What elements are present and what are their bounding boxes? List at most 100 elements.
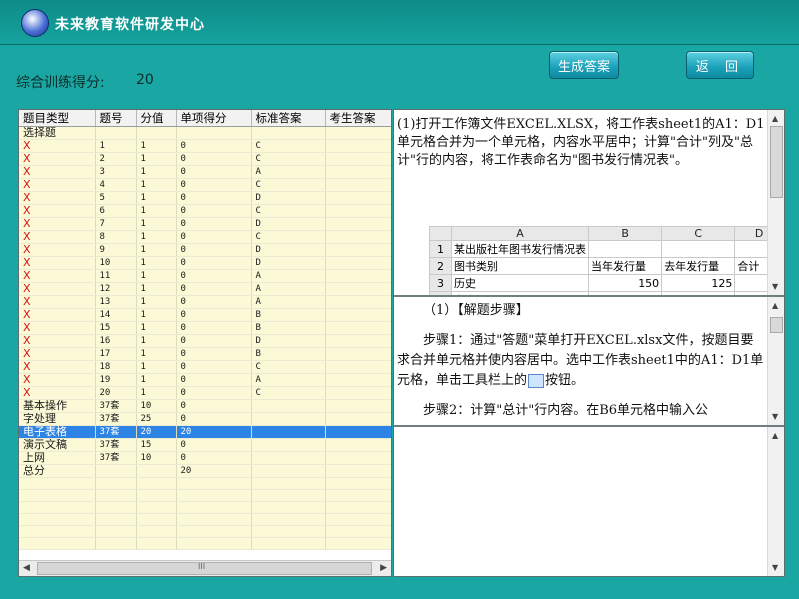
table-row[interactable]: X 13 1 0 A <box>19 295 391 309</box>
cell-type: X <box>19 269 96 283</box>
cell-std <box>251 464 326 478</box>
cell-std: D <box>251 191 326 205</box>
sheet-cell: 图书类别 <box>451 257 590 275</box>
column-header[interactable]: 分值 <box>136 110 177 127</box>
solution-pane: （1）【解题步骤】 步骤1：通过"答题"菜单打开EXCEL.xlsx文件，按题目… <box>394 297 784 427</box>
cell-ans <box>325 373 391 387</box>
empty-row <box>19 525 391 538</box>
cell-num: 37套 <box>95 425 137 439</box>
scroll-down-icon[interactable]: ▼ <box>772 563 778 572</box>
table-row[interactable]: X 10 1 0 D <box>19 256 391 270</box>
table-row[interactable]: X810C <box>19 230 391 244</box>
cell-type: 演示文稿 <box>19 438 96 452</box>
sheet-cell: 历史 <box>451 274 590 292</box>
scroll-thumb[interactable]: III <box>37 562 372 575</box>
table-row[interactable]: X 14 1 0 B <box>19 308 391 322</box>
scroll-thumb[interactable] <box>770 126 783 198</box>
cell-num: 10 <box>95 256 137 270</box>
table-row[interactable]: 总分 20 <box>19 464 391 478</box>
table-row[interactable]: 基本操作 37套 10 0 <box>19 399 391 413</box>
empty-row <box>19 537 391 550</box>
question-scrollbar[interactable]: ▲ ▼ <box>767 110 784 295</box>
cell-val: 1 <box>136 282 177 296</box>
scroll-thumb[interactable] <box>770 317 783 333</box>
cell-val: 20 <box>136 425 177 439</box>
scroll-left-icon[interactable]: ◀ <box>23 563 30 573</box>
cell-std: C <box>251 230 326 244</box>
table-row[interactable]: X510D <box>19 191 391 205</box>
generate-answer-button[interactable]: 生成答案 <box>549 51 619 79</box>
cell-num: 37套 <box>95 451 137 465</box>
cell-val: 1 <box>136 243 177 257</box>
table-row[interactable]: 选择题 <box>19 126 391 140</box>
table-row[interactable]: X910D <box>19 243 391 257</box>
table-row[interactable]: X610C <box>19 204 391 218</box>
empty-row <box>19 513 391 526</box>
cell-ans <box>325 152 391 166</box>
table-row[interactable]: X 15 1 0 B <box>19 321 391 335</box>
cell-std: C <box>251 386 326 400</box>
cell-type: X <box>19 373 96 387</box>
table-row[interactable]: X410C <box>19 178 391 192</box>
cell-num: 16 <box>95 334 137 348</box>
column-header[interactable]: 考生答案 <box>325 110 391 127</box>
back-button[interactable]: 返 回 <box>686 51 754 79</box>
cell-type: 选择题 <box>19 126 96 140</box>
cell-type: 字处理 <box>19 412 96 426</box>
cell-val: 15 <box>136 438 177 452</box>
table-row[interactable]: X 16 1 0 D <box>19 334 391 348</box>
sheet-cell: 125 <box>661 274 736 292</box>
cell-val <box>136 464 177 478</box>
scroll-up-icon[interactable]: ▲ <box>772 114 778 123</box>
cell-type: 总分 <box>19 464 96 478</box>
table-row[interactable]: X 20 1 0 C <box>19 386 391 400</box>
table-row[interactable]: 电子表格 37套 20 20 <box>19 425 391 439</box>
cell-score: 0 <box>176 386 252 400</box>
table-row[interactable]: X 11 1 0 A <box>19 269 391 283</box>
cell-score: 0 <box>176 152 252 166</box>
cell-score: 0 <box>176 334 252 348</box>
solution-scrollbar[interactable]: ▲ ▼ <box>767 297 784 425</box>
solution-steps: （1）【解题步骤】 步骤1：通过"答题"菜单打开EXCEL.xlsx文件，按题目… <box>397 301 765 421</box>
column-header[interactable]: 标准答案 <box>251 110 326 127</box>
scroll-down-icon[interactable]: ▼ <box>772 412 778 421</box>
app-title: 未来教育软件研发中心 <box>55 17 205 33</box>
cell-ans <box>325 360 391 374</box>
table-row[interactable]: X 18 1 0 C <box>19 360 391 374</box>
horizontal-scrollbar[interactable]: ◀ III ▶ <box>19 560 391 576</box>
title-bar: 未来教育软件研发中心 <box>0 0 799 45</box>
column-header[interactable]: 题号 <box>95 110 137 127</box>
column-header[interactable]: 题目类型 <box>19 110 96 127</box>
cell-score: 0 <box>176 321 252 335</box>
cell-std: A <box>251 295 326 309</box>
table-row[interactable]: X310A <box>19 165 391 179</box>
cell-ans <box>325 386 391 400</box>
scroll-right-icon[interactable]: ▶ <box>380 563 387 573</box>
cell-val: 1 <box>136 165 177 179</box>
scroll-up-icon[interactable]: ▲ <box>772 431 778 440</box>
answer-scrollbar[interactable]: ▲ ▼ <box>767 427 784 576</box>
cell-val: 1 <box>136 360 177 374</box>
table-row[interactable]: X 12 1 0 A <box>19 282 391 296</box>
cell-ans <box>325 217 391 231</box>
table-row[interactable]: 上网 37套 10 0 <box>19 451 391 465</box>
column-header[interactable]: 单项得分 <box>176 110 252 127</box>
cell-num: 7 <box>95 217 137 231</box>
cell-type: X <box>19 178 96 192</box>
table-row[interactable]: X 19 1 0 A <box>19 373 391 387</box>
table-row[interactable]: X110C <box>19 139 391 153</box>
cell-type: X <box>19 282 96 296</box>
cell-std: A <box>251 165 326 179</box>
scroll-down-icon[interactable]: ▼ <box>772 282 778 291</box>
cell-type: 基本操作 <box>19 399 96 413</box>
cell-type: X <box>19 295 96 309</box>
table-row[interactable]: 演示文稿 37套 15 0 <box>19 438 391 452</box>
table-row[interactable]: X 17 1 0 B <box>19 347 391 361</box>
table-row[interactable]: X210C <box>19 152 391 166</box>
table-row[interactable]: X710D <box>19 217 391 231</box>
table-row[interactable]: 字处理 37套 25 0 <box>19 412 391 426</box>
cell-score: 20 <box>176 464 252 478</box>
cell-val: 1 <box>136 178 177 192</box>
scroll-up-icon[interactable]: ▲ <box>772 301 778 310</box>
sheet-cell: 去年发行量 <box>661 257 736 275</box>
